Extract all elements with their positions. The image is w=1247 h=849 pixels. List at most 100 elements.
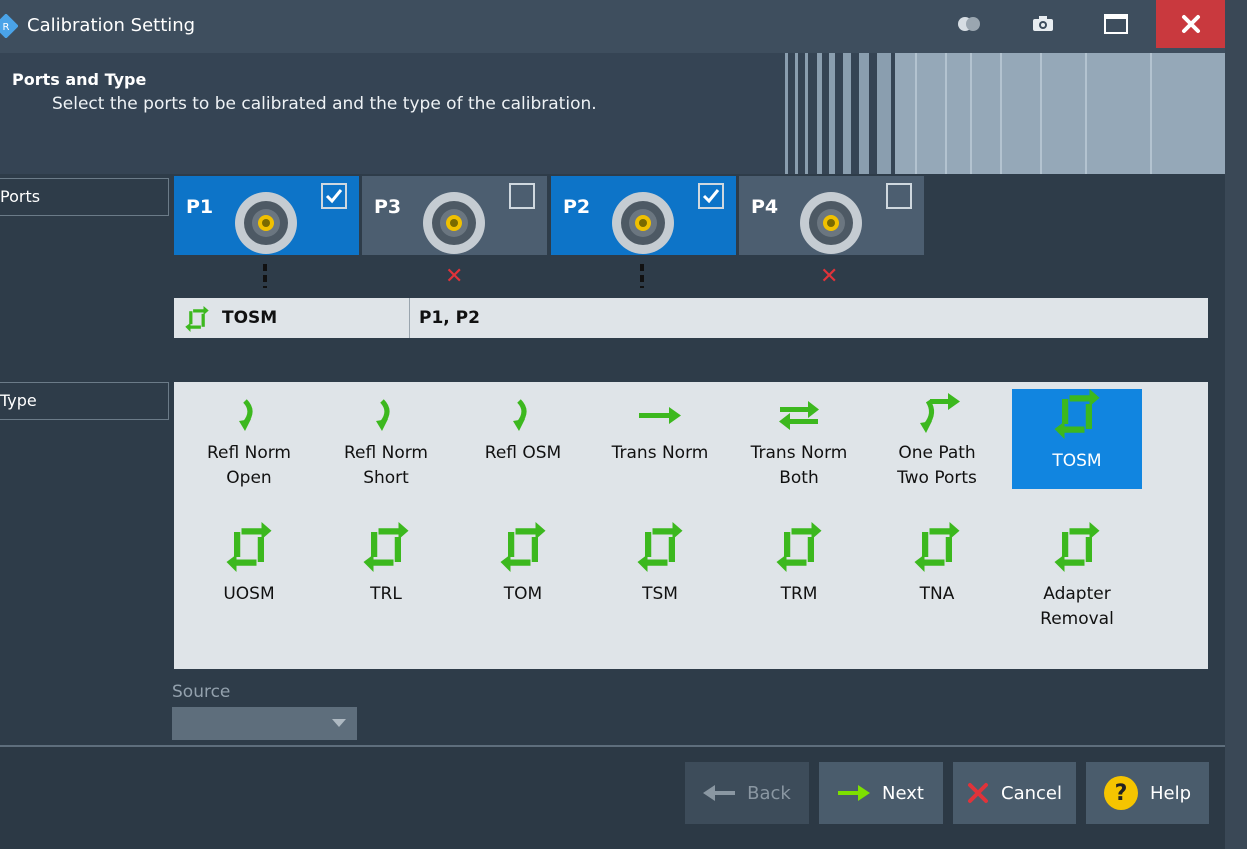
port-tile-p1[interactable]: P1: [174, 176, 359, 255]
type-trans-norm[interactable]: Trans Norm: [595, 389, 725, 489]
type-label-line1: Refl Norm: [207, 443, 291, 463]
type-refl-osm[interactable]: Refl OSM: [458, 389, 588, 489]
type-label-line1: Adapter: [1043, 584, 1111, 604]
type-label-line1: TNA: [919, 584, 955, 604]
type-tna[interactable]: TNA: [872, 522, 1002, 622]
type-label-line1: TRL: [370, 584, 402, 604]
trans-norm-icon: [639, 407, 681, 424]
cancel-x-icon: [968, 783, 988, 803]
type-label-line1: Trans Norm: [750, 443, 848, 463]
port-checkbox[interactable]: [698, 183, 724, 209]
header-decoration: [785, 53, 1225, 174]
type-label-line1: TSM: [642, 584, 678, 604]
type-label-line1: One Path: [898, 443, 976, 463]
summary-type: TOSM: [222, 308, 278, 328]
two-port-cal-icon: [637, 522, 683, 572]
calibration-type-panel: Refl Norm Open Refl Norm Short Refl OSM …: [174, 382, 1208, 669]
type-adapter-removal[interactable]: Adapter Removal: [1012, 522, 1142, 629]
step-subtitle: Select the ports to be calibrated and th…: [52, 94, 597, 114]
port-checkbox[interactable]: [886, 183, 912, 209]
ports-section-label: Ports: [0, 178, 169, 216]
calibration-summary-row: TOSM P1, P2: [174, 298, 1208, 338]
maximize-button[interactable]: [1087, 0, 1145, 48]
type-label-line2: Removal: [1040, 609, 1114, 629]
type-tosm[interactable]: TOSM: [1012, 389, 1142, 489]
window-title: Calibration Setting: [27, 15, 196, 36]
screenshot-button[interactable]: [1014, 0, 1072, 48]
type-label-line1: TOSM: [1052, 451, 1102, 471]
help-icon: ?: [1103, 776, 1138, 810]
summary-divider: [409, 298, 410, 338]
source-dropdown[interactable]: [172, 707, 357, 740]
type-tom[interactable]: TOM: [458, 522, 588, 622]
one-path-icon: [920, 393, 960, 433]
help-button[interactable]: ? Help: [1086, 762, 1209, 824]
connector-icon: [800, 192, 862, 254]
back-label: Back: [747, 782, 791, 804]
type-label-line1: TOM: [503, 584, 543, 604]
type-refl-norm-open[interactable]: Refl Norm Open: [184, 389, 314, 489]
port-tile-p4[interactable]: P4: [739, 176, 924, 255]
two-port-cal-icon: [914, 522, 960, 572]
two-port-cal-icon: [363, 522, 409, 572]
summary-ports: P1, P2: [419, 308, 480, 328]
close-icon: [1181, 15, 1200, 33]
back-button[interactable]: Back: [685, 762, 809, 824]
port-name: P3: [374, 196, 402, 218]
type-trans-norm-both[interactable]: Trans Norm Both: [734, 389, 864, 489]
port-name: P4: [751, 196, 779, 218]
type-label-line1: Refl OSM: [484, 443, 562, 463]
title-bar: R Calibration Setting: [0, 0, 1225, 53]
type-trl[interactable]: TRL: [321, 522, 451, 622]
two-port-cal-icon: [1054, 522, 1100, 572]
chevron-down-icon: [332, 719, 346, 727]
port-tile-p3[interactable]: P3: [362, 176, 547, 255]
connector-icon: [235, 192, 297, 254]
port-tile-p2[interactable]: P2: [551, 176, 736, 255]
two-port-cal-icon: [776, 522, 822, 572]
port-name: P1: [186, 196, 214, 218]
maximize-icon: [1104, 14, 1128, 34]
type-uosm[interactable]: UOSM: [184, 522, 314, 622]
next-button[interactable]: Next: [819, 762, 943, 824]
type-section-label: Type: [0, 382, 169, 420]
connector-icon: [423, 192, 485, 254]
port-checkbox[interactable]: [321, 183, 347, 209]
refl-short-icon: [376, 399, 390, 431]
type-trm[interactable]: TRM: [734, 522, 864, 622]
type-label-line1: UOSM: [223, 584, 275, 604]
cancel-label: Cancel: [1001, 782, 1062, 804]
connector-icon: [612, 192, 674, 254]
type-one-path-two-ports[interactable]: One Path Two Ports: [872, 389, 1002, 489]
app-logo-icon: R: [0, 14, 18, 38]
refl-osm-icon: [513, 399, 527, 431]
refl-open-icon: [239, 399, 253, 431]
type-label-line1: Refl Norm: [344, 443, 428, 463]
next-label: Next: [882, 782, 924, 804]
type-tsm[interactable]: TSM: [595, 522, 725, 622]
checkmark-icon: [702, 189, 720, 204]
arrow-right-icon: [838, 785, 871, 801]
close-button[interactable]: [1156, 0, 1225, 48]
svg-text:R: R: [3, 22, 10, 33]
transparency-toggle-button[interactable]: [940, 0, 998, 48]
type-label-line1: Trans Norm: [611, 443, 709, 463]
port-checkbox[interactable]: [509, 183, 535, 209]
type-label-line1: TRM: [780, 584, 818, 604]
type-refl-norm-short[interactable]: Refl Norm Short: [321, 389, 451, 489]
cancel-button[interactable]: Cancel: [953, 762, 1076, 824]
port-connection-line: [640, 264, 644, 288]
trans-both-icon: [779, 401, 819, 430]
svg-text:?: ?: [1115, 781, 1128, 806]
not-connected-icon: ✕: [445, 264, 464, 289]
arrow-left-icon: [703, 785, 736, 801]
two-port-cal-icon: [226, 522, 272, 572]
port-connection-line: [263, 264, 267, 288]
help-label: Help: [1149, 782, 1192, 804]
not-connected-icon: ✕: [820, 264, 839, 289]
toggle-circles-icon: [958, 17, 980, 31]
camera-icon: [1033, 16, 1053, 31]
type-label-line2: Two Ports: [897, 468, 977, 488]
type-label-line2: Open: [226, 468, 272, 488]
two-port-cal-icon: [1054, 389, 1100, 439]
